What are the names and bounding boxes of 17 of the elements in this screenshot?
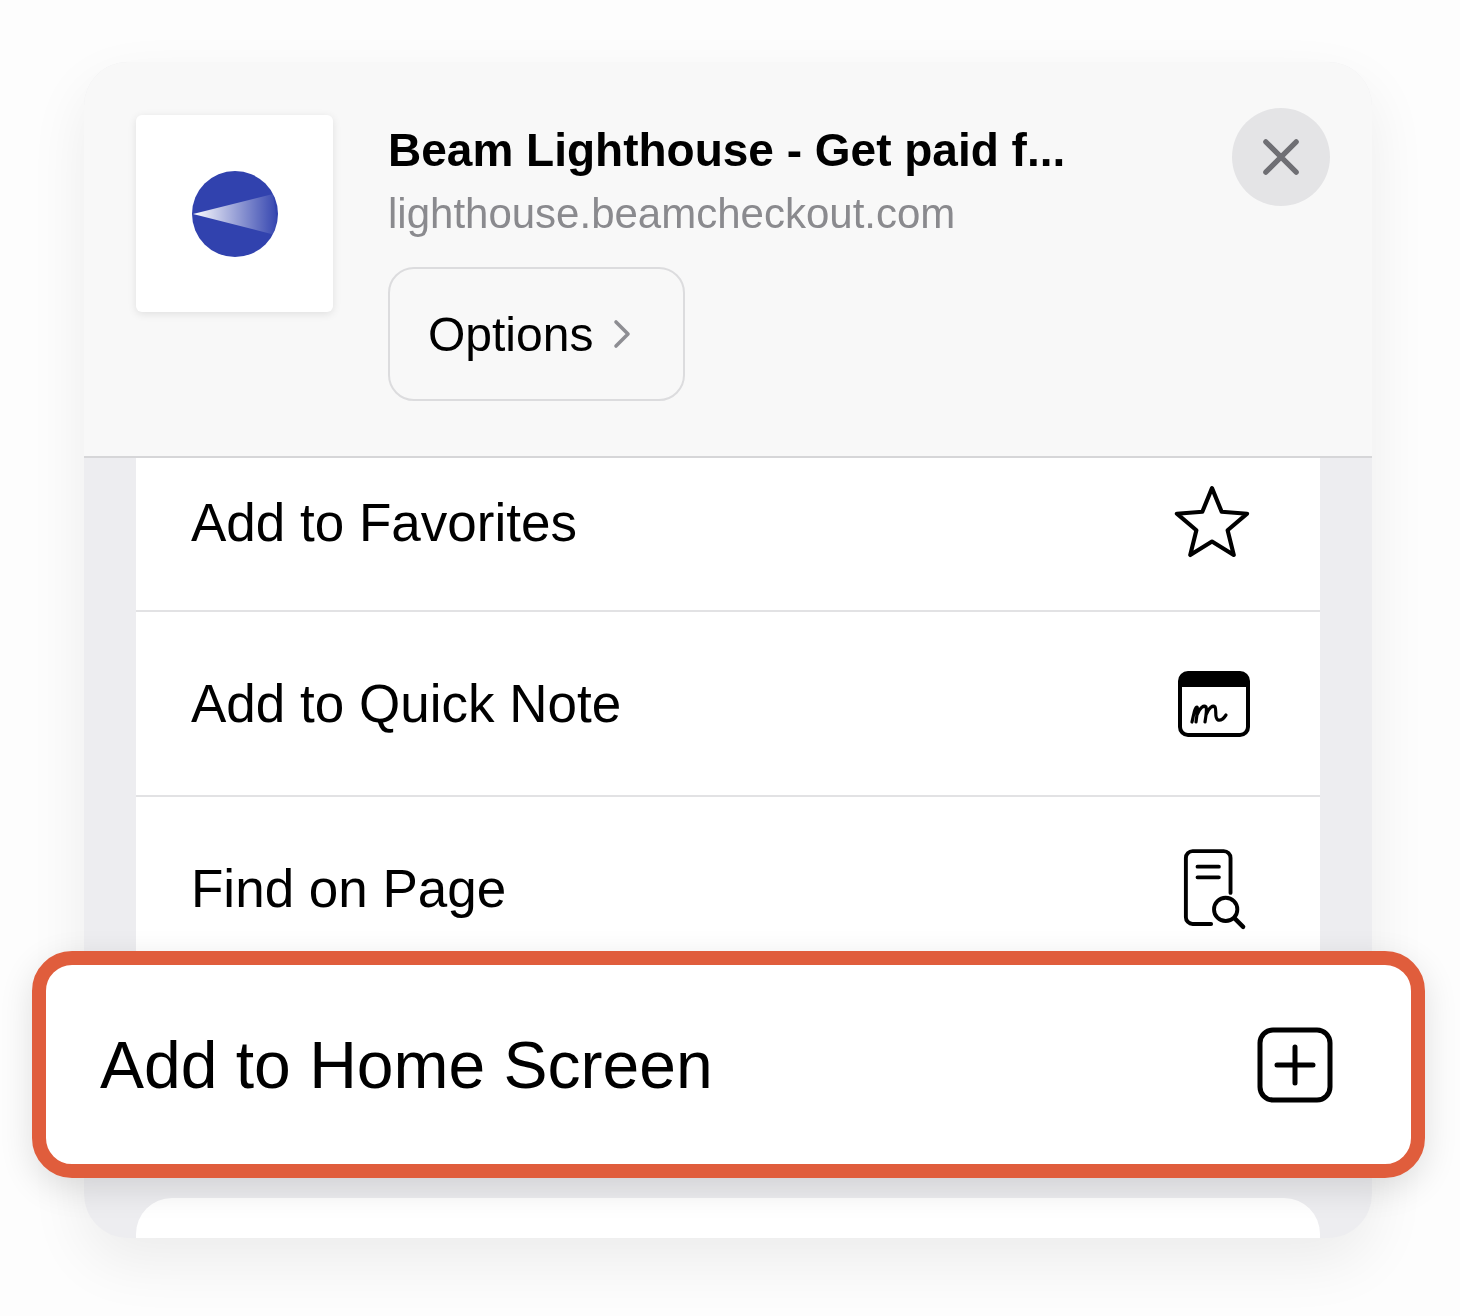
find-in-document-icon [1182,847,1248,930]
menu-item-label: Add to Quick Note [191,673,622,734]
star-icon [1174,486,1250,558]
menu-item-label: Add to Home Screen [100,1026,713,1103]
site-logo-icon [190,169,279,258]
close-icon [1262,138,1300,176]
menu-item[interactable]: Add to Home Screen [32,951,1425,1178]
note-icon [1178,670,1250,737]
menu-item-label: Add to Favorites [191,491,577,553]
options-button[interactable]: Options [388,267,685,401]
chevron-icon [613,319,632,349]
menu-item[interactable]: Add to Favorites [136,458,1320,610]
page-title: Beam Lighthouse - Get paid f... [388,123,1066,177]
menu-item[interactable]: Add to Quick Note [136,610,1320,795]
menu-item-label: Find on Page [191,858,507,919]
plus-square-icon [1257,1026,1333,1103]
page-url: lighthouse.beamcheckout.com [388,189,956,239]
